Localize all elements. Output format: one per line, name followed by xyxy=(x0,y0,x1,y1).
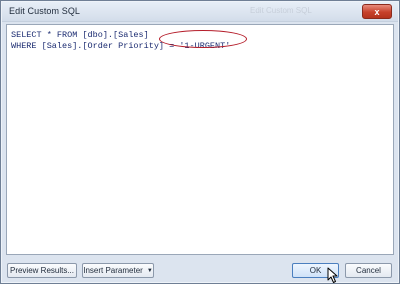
sql-line-1: SELECT * FROM [dbo].[Sales] xyxy=(11,30,149,40)
preview-results-button[interactable]: Preview Results... xyxy=(7,263,77,278)
chevron-down-icon: ▼ xyxy=(146,267,153,274)
close-button[interactable]: x xyxy=(362,4,392,19)
cancel-label: Cancel xyxy=(356,266,381,275)
ok-button[interactable]: OK xyxy=(292,263,339,278)
close-icon: x xyxy=(374,6,380,17)
title-bar[interactable]: Edit Custom SQL Edit Custom SQL x xyxy=(2,2,398,22)
preview-results-label: Preview Results... xyxy=(9,266,75,275)
dialog-title: Edit Custom SQL xyxy=(9,6,81,16)
ok-label: OK xyxy=(309,266,322,275)
background-window-title: Edit Custom SQL xyxy=(250,6,312,15)
sql-editor[interactable]: SELECT * FROM [dbo].[Sales] WHERE [Sales… xyxy=(6,24,394,255)
sql-line-2: WHERE [Sales].[Order Priority] = '1-URGE… xyxy=(11,41,231,51)
cancel-button[interactable]: Cancel xyxy=(345,263,392,278)
edit-custom-sql-dialog: Edit Custom SQL Edit Custom SQL x SELECT… xyxy=(0,0,400,284)
insert-parameter-button[interactable]: Insert Parameter ▼ xyxy=(82,263,154,278)
insert-parameter-label: Insert Parameter xyxy=(83,266,143,275)
